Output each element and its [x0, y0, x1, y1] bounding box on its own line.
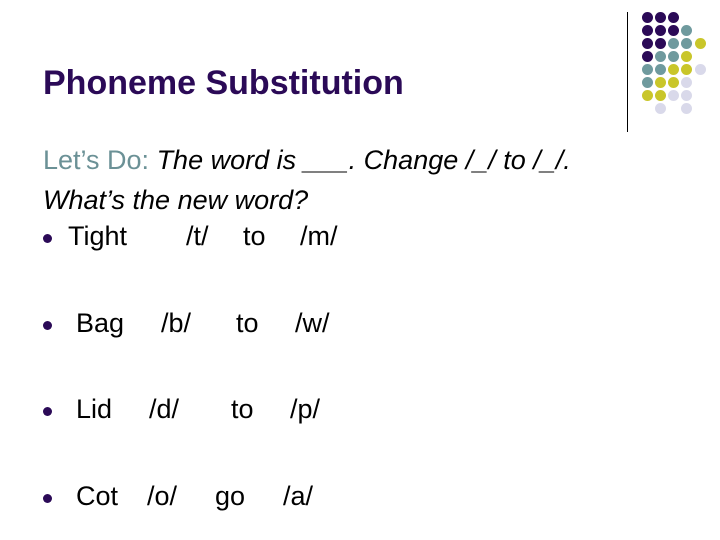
word: Lid — [76, 394, 113, 424]
decorative-dot — [642, 12, 653, 23]
decorative-dot — [655, 64, 666, 75]
from-phoneme: /d/ — [149, 394, 180, 424]
decorative-dot — [681, 103, 692, 114]
decorative-dot — [655, 38, 666, 49]
instruction-text: The word is ___. Change /_/ to /_/. — [149, 145, 571, 175]
bullet-icon — [43, 407, 52, 416]
connector: to — [231, 394, 254, 424]
decorative-dot — [655, 90, 666, 101]
connector: to — [243, 221, 266, 251]
decorative-dot — [681, 77, 692, 88]
decorative-dot — [681, 64, 692, 75]
decorative-dot — [681, 25, 692, 36]
decorative-dot — [668, 12, 679, 23]
decorative-dot — [668, 25, 679, 36]
bullet-icon — [43, 234, 52, 243]
question-text: What’s the new word? — [43, 185, 309, 215]
bullet-icon — [43, 494, 52, 503]
decorative-dot — [695, 64, 706, 75]
decorative-dot — [655, 51, 666, 62]
decorative-dot — [642, 25, 653, 36]
decorative-dot — [642, 64, 653, 75]
decorative-dot — [668, 77, 679, 88]
to-phoneme: /w/ — [295, 308, 330, 338]
decorative-dot — [655, 103, 666, 114]
decorative-dot — [655, 77, 666, 88]
decorative-dot — [695, 38, 706, 49]
instructions: Let’s Do: The word is ___. Change /_/ to… — [43, 140, 571, 220]
instruction-line-2: What’s the new word? — [43, 180, 571, 220]
decorative-dot — [642, 77, 653, 88]
decorative-dot — [681, 90, 692, 101]
decorative-dot — [642, 51, 653, 62]
slide-title: Phoneme Substitution — [43, 64, 404, 102]
bullet-icon — [43, 321, 52, 330]
decorative-dot — [642, 90, 653, 101]
from-phoneme: /o/ — [147, 481, 178, 511]
from-phoneme: /b/ — [161, 308, 192, 338]
decorative-dot — [668, 90, 679, 101]
connector: go — [215, 481, 246, 511]
decorative-dot — [655, 25, 666, 36]
to-phoneme: /a/ — [283, 481, 314, 511]
decorative-dot — [668, 38, 679, 49]
to-phoneme: /p/ — [290, 394, 321, 424]
word: Cot — [76, 481, 119, 511]
word: Tight — [68, 221, 128, 251]
decorative-dot — [681, 38, 692, 49]
decorative-dot — [668, 51, 679, 62]
decorative-dot — [681, 51, 692, 62]
decorative-dot — [655, 12, 666, 23]
decorative-dot — [642, 38, 653, 49]
to-phoneme: /m/ — [300, 221, 338, 251]
word: Bag — [76, 308, 125, 338]
decorative-dot — [668, 64, 679, 75]
from-phoneme: /t/ — [186, 221, 209, 251]
connector: to — [236, 308, 259, 338]
instruction-line-1: Let’s Do: The word is ___. Change /_/ to… — [43, 140, 571, 180]
lets-do-label: Let’s Do: — [43, 145, 150, 175]
